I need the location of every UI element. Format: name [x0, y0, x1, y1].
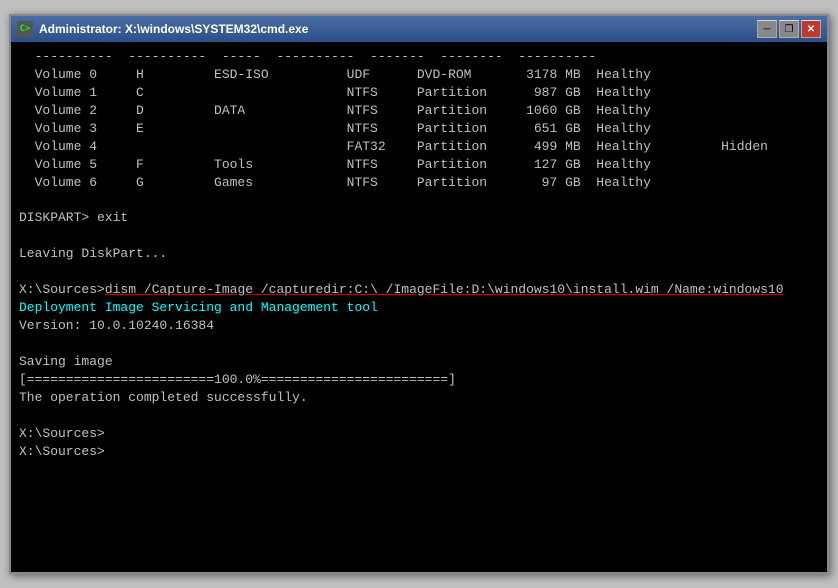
terminal-output: ---------- ---------- ----- ---------- -…: [11, 42, 827, 572]
dism-version: Version: 10.0.10240.16384: [19, 317, 819, 335]
diskpart-exit: DISKPART> exit: [19, 209, 819, 227]
prompt-1: X:\Sources>: [19, 425, 819, 443]
prompt-2: X:\Sources>: [19, 443, 819, 461]
dism-command-line: X:\Sources>dism /Capture-Image /captured…: [19, 281, 819, 299]
volume-row-2: Volume 2 D DATA NTFS Partition 1060 GB H…: [19, 102, 819, 120]
volume-row-3: Volume 3 E NTFS Partition 651 GB Healthy: [19, 120, 819, 138]
cmd-window: C> Administrator: X:\windows\SYSTEM32\cm…: [9, 14, 829, 574]
window-title: Administrator: X:\windows\SYSTEM32\cmd.e…: [39, 22, 757, 36]
window-icon: C>: [17, 21, 33, 37]
title-bar[interactable]: C> Administrator: X:\windows\SYSTEM32\cm…: [11, 16, 827, 42]
close-button[interactable]: ✕: [801, 20, 821, 38]
minimize-button[interactable]: ─: [757, 20, 777, 38]
blank-1: [19, 192, 819, 210]
volume-row-1: Volume 1 C NTFS Partition 987 GB Healthy: [19, 84, 819, 102]
volume-row-6: Volume 6 G Games NTFS Partition 97 GB He…: [19, 174, 819, 192]
blank-3: [19, 263, 819, 281]
blank-2: [19, 227, 819, 245]
dism-prompt: X:\Sources>: [19, 282, 105, 297]
success-line: The operation completed successfully.: [19, 389, 819, 407]
leaving-diskpart: Leaving DiskPart...: [19, 245, 819, 263]
blank-5: [19, 407, 819, 425]
volume-row-0: Volume 0 H ESD-ISO UDF DVD-ROM 3178 MB H…: [19, 66, 819, 84]
window-controls: ─ ❐ ✕: [757, 20, 821, 38]
dism-cmd: dism /Capture-Image /capturedir:C:\ /Ima…: [105, 282, 784, 297]
volume-row-4: Volume 4 FAT32 Partition 499 MB Healthy …: [19, 138, 819, 156]
blank-4: [19, 335, 819, 353]
restore-button[interactable]: ❐: [779, 20, 799, 38]
separator-line: ---------- ---------- ----- ---------- -…: [19, 48, 819, 66]
dism-tool-line: Deployment Image Servicing and Managemen…: [19, 299, 819, 317]
progress-bar: [========================100.0%=========…: [19, 371, 819, 389]
saving-line: Saving image: [19, 353, 819, 371]
volume-row-5: Volume 5 F Tools NTFS Partition 127 GB H…: [19, 156, 819, 174]
